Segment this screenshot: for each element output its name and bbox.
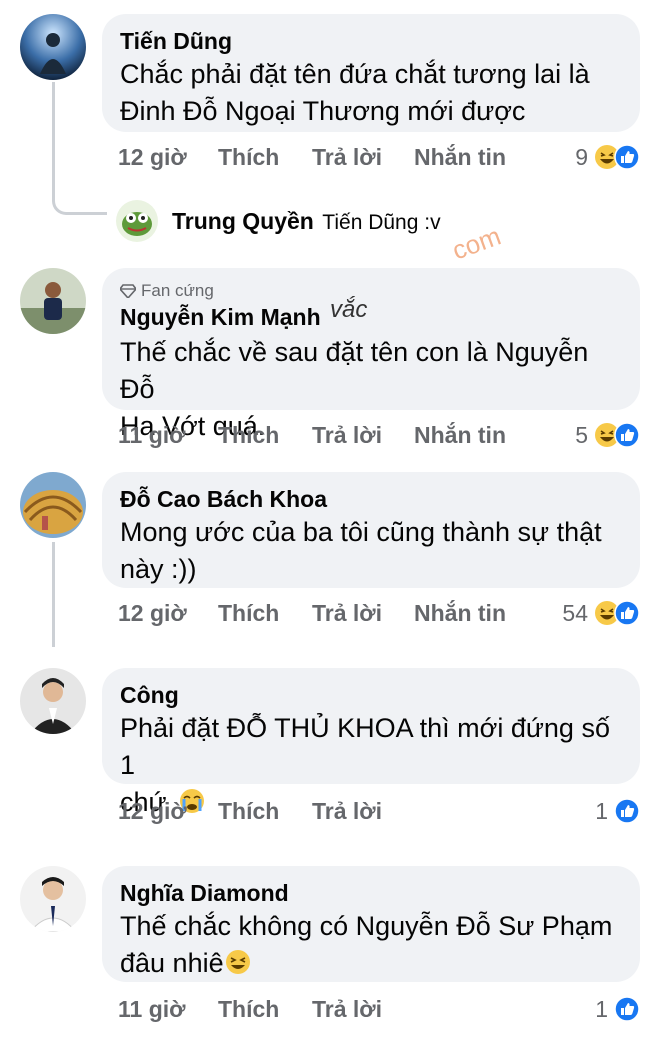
comment-author[interactable]: Tiến Dũng [120, 26, 622, 56]
watermark: com [448, 220, 505, 266]
comment-actions: 12 giờ Thích Trả lời [118, 796, 638, 826]
avatar[interactable] [20, 668, 86, 734]
reply-button[interactable]: Trả lời [312, 420, 382, 450]
reply-button[interactable]: Trả lời [312, 142, 382, 172]
reaction-count: 5 [575, 422, 588, 448]
comment-actions: 12 giờ Thích Trả lời Nhắn tin [118, 598, 638, 628]
comment-bubble: Nghĩa Diamond Thế chắc không có Nguyễn Đ… [102, 866, 640, 982]
reply-button[interactable]: Trả lời [312, 796, 382, 826]
fan-badge: Fan cứng [120, 280, 622, 302]
thread-line [52, 82, 107, 215]
comment-bubble: Tiến Dũng Chắc phải đặt tên đứa chắt tươ… [102, 14, 640, 132]
reply-text: Tiến Dũng :v [322, 211, 441, 234]
like-icon [614, 600, 640, 626]
comment-text: đâu nhiê [120, 945, 622, 982]
avatar[interactable] [116, 200, 158, 242]
reply-button[interactable]: Trả lời [312, 994, 382, 1024]
timestamp[interactable]: 12 giờ [118, 142, 187, 172]
like-button[interactable]: Thích [218, 142, 279, 172]
like-icon [614, 798, 640, 824]
comment-text: Đinh Đỗ Ngoại Thương mới được [120, 96, 526, 126]
reply-preview[interactable]: Trung Quyền Tiến Dũng :v [172, 206, 441, 240]
comment-actions: 12 giờ Thích Trả lời Nhắn tin [118, 142, 638, 172]
comment-bubble: Đỗ Cao Bách Khoa Mong ước của ba tôi cũn… [102, 472, 640, 588]
fan-badge-label: Fan cứng [141, 281, 214, 300]
comment-author[interactable]: Đỗ Cao Bách Khoa [120, 484, 622, 514]
like-button[interactable]: Thích [218, 796, 279, 826]
avatar[interactable] [20, 472, 86, 538]
reaction-count: 54 [562, 600, 588, 626]
reaction-count: 1 [595, 798, 608, 824]
comment-text: Phải đặt ĐỖ THỦ KHOA thì mới đứng số 1 [120, 713, 610, 780]
comment-text-tail: đâu nhiê [120, 948, 224, 978]
reaction-count: 1 [595, 996, 608, 1022]
message-button[interactable]: Nhắn tin [414, 142, 506, 172]
reaction-summary[interactable]: 54 [562, 598, 640, 628]
comment-author[interactable]: Nguyễn Kim Mạnh [120, 304, 321, 330]
reply-button[interactable]: Trả lời [312, 598, 382, 628]
comment-bubble: Công Phải đặt ĐỖ THỦ KHOA thì mới đứng s… [102, 668, 640, 817]
avatar[interactable] [20, 14, 86, 80]
comment-bubble: Fan cứng Nguyễn Kim Mạnh vắc Thế chắc về… [102, 268, 640, 441]
reaction-summary[interactable]: 5 [575, 420, 640, 450]
comment-author[interactable]: Nghĩa Diamond [120, 878, 622, 908]
reaction-summary[interactable]: 1 [595, 796, 640, 826]
reply-author[interactable]: Trung Quyền [172, 208, 314, 234]
message-button[interactable]: Nhắn tin [414, 420, 506, 450]
like-icon [614, 422, 640, 448]
comment-text: này :)) [120, 554, 197, 584]
comment-text: Mong ước của ba tôi cũng thành sự thật [120, 517, 602, 547]
avatar[interactable] [20, 866, 86, 932]
timestamp[interactable]: 12 giờ [118, 598, 187, 628]
reaction-summary[interactable]: 9 [575, 142, 640, 172]
comment-text: Chắc phải đặt tên đứa chắt tương lai là [120, 59, 590, 89]
comment-actions: 11 giờ Thích Trả lời [118, 994, 638, 1024]
comment-author[interactable]: Công [120, 680, 622, 710]
like-button[interactable]: Thích [218, 598, 279, 628]
like-icon [614, 144, 640, 170]
timestamp[interactable]: 12 giờ [118, 796, 187, 826]
like-button[interactable]: Thích [218, 420, 279, 450]
comment-text: Thế chắc không có Nguyễn Đỗ Sư Phạm [120, 911, 613, 941]
avatar[interactable] [20, 268, 86, 334]
timestamp[interactable]: 11 giờ [118, 994, 186, 1024]
like-button[interactable]: Thích [218, 994, 279, 1024]
laughing-emoji-icon [225, 950, 250, 974]
reaction-summary[interactable]: 1 [595, 994, 640, 1024]
thread-line [52, 542, 55, 647]
reaction-count: 9 [575, 144, 588, 170]
like-icon [614, 996, 640, 1022]
diamond-icon [120, 284, 136, 298]
comment-text: Thế chắc về sau đặt tên con là Nguyễn Đỗ [120, 337, 589, 404]
message-button[interactable]: Nhắn tin [414, 598, 506, 628]
comment-actions: 11 giờ Thích Trả lời Nhắn tin [118, 420, 638, 450]
timestamp[interactable]: 11 giờ [118, 420, 186, 450]
handwritten-overlay: vắc [330, 296, 368, 323]
